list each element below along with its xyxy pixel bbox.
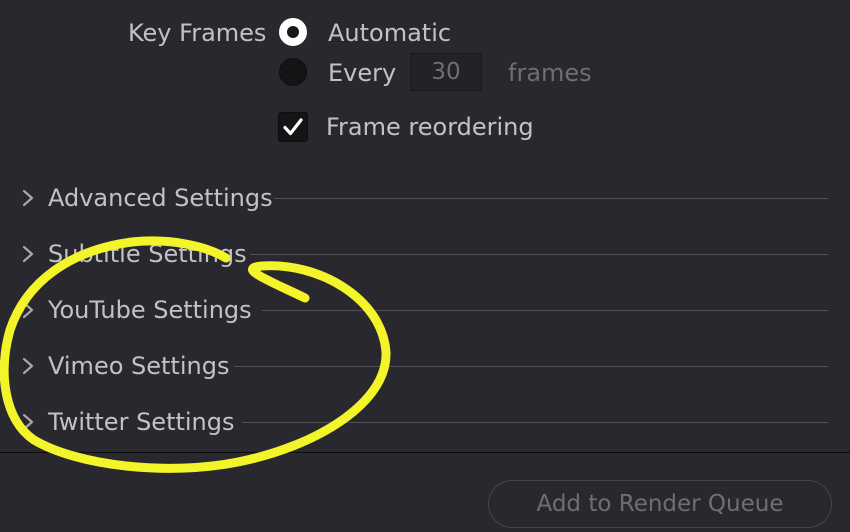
section-title: Advanced Settings — [48, 184, 273, 212]
key-frames-every-radio[interactable] — [279, 58, 307, 86]
section-title: YouTube Settings — [48, 296, 252, 324]
frame-reordering-label[interactable]: Frame reordering — [326, 112, 534, 142]
section-subtitle-settings[interactable]: Subtitle Settings — [0, 232, 850, 276]
section-divider-line — [262, 310, 828, 311]
section-youtube-settings[interactable]: YouTube Settings — [0, 288, 850, 332]
section-divider-line — [274, 198, 828, 199]
footer-divider — [0, 452, 850, 453]
section-advanced-settings[interactable]: Advanced Settings — [0, 176, 850, 220]
checkmark-icon — [283, 118, 303, 136]
chevron-right-icon — [22, 301, 34, 319]
section-vimeo-settings[interactable]: Vimeo Settings — [0, 344, 850, 388]
section-divider-line — [234, 366, 828, 367]
chevron-right-icon — [22, 189, 34, 207]
key-frames-every-label[interactable]: Every — [328, 58, 396, 88]
chevron-right-icon — [22, 245, 34, 263]
chevron-right-icon — [22, 357, 34, 375]
chevron-right-icon — [22, 413, 34, 431]
section-title: Twitter Settings — [48, 408, 235, 436]
section-divider-line — [242, 422, 828, 423]
frame-reordering-checkbox[interactable] — [278, 112, 308, 142]
render-settings-panel: Key Frames Automatic Every 30 frames Fra… — [0, 0, 850, 532]
key-frames-label: Key Frames — [128, 19, 267, 47]
section-title: Subtitle Settings — [48, 240, 247, 268]
section-divider-line — [250, 254, 828, 255]
key-frames-frames-unit: frames — [508, 59, 592, 87]
key-frames-automatic-label[interactable]: Automatic — [328, 18, 451, 48]
key-frames-interval-input[interactable]: 30 — [410, 53, 482, 91]
key-frames-automatic-radio[interactable] — [279, 18, 307, 46]
add-to-render-queue-button[interactable]: Add to Render Queue — [488, 480, 832, 528]
section-title: Vimeo Settings — [48, 352, 230, 380]
section-twitter-settings[interactable]: Twitter Settings — [0, 400, 850, 444]
